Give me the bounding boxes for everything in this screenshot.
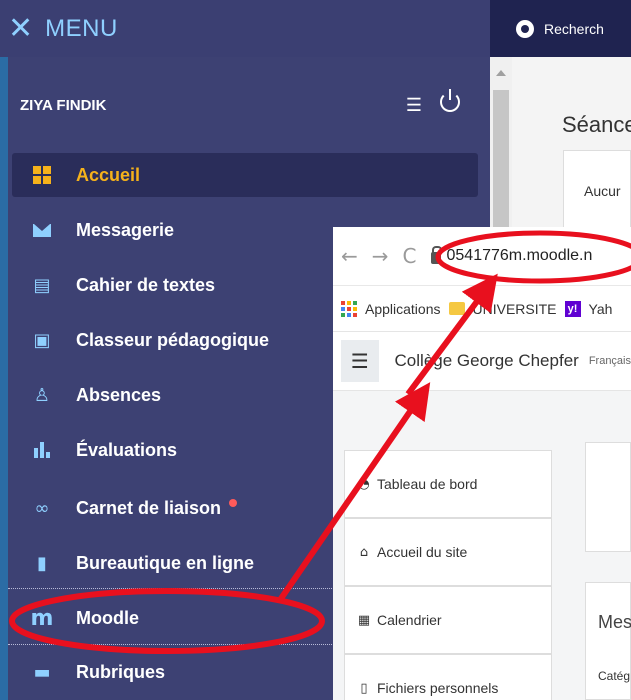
notebook-icon: ▤ — [33, 274, 51, 296]
site-name[interactable]: Collège George Chepfer — [395, 351, 579, 371]
drawer-item-files[interactable]: ▯ Fichiers personnels — [344, 654, 552, 700]
language-selector[interactable]: Français — [589, 355, 631, 367]
search-label: Recherch — [544, 20, 604, 37]
user-row: ZIYA FINDIK ☰ — [20, 89, 470, 120]
nav-drawer: ◔ Tableau de bord ⌂ Accueil du site ▦ Ca… — [333, 392, 573, 700]
sidebar-item-label: Accueil — [76, 164, 141, 185]
content-heading: Mes — [598, 612, 631, 632]
moodle-header: ☰ Collège George Chepfer Français — [333, 331, 631, 391]
sidebar-item-label: Moodle — [76, 607, 139, 628]
drawer-item-label: Accueil du site — [377, 544, 468, 560]
sidebar-item-accueil[interactable]: Accueil — [12, 153, 478, 197]
bookmarks-bar: Applications UNIVERSITE y! Yah — [333, 285, 631, 331]
back-icon[interactable]: ← — [341, 244, 358, 268]
file-icon: ▯ — [360, 680, 368, 696]
sidebar-item-label: Messagerie — [76, 219, 175, 240]
content-card — [585, 442, 631, 552]
sidebar-item-label: Classeur pédagogique — [76, 329, 270, 350]
top-bar: ✕ MENU Recherch — [0, 0, 631, 57]
search-user-icon — [516, 19, 534, 38]
reload-icon[interactable]: C — [403, 244, 417, 268]
rubriques-icon: ▬ — [33, 661, 51, 683]
sidebar-item-label: Carnet de liaison — [76, 497, 222, 518]
scroll-up-icon[interactable] — [496, 70, 506, 76]
bar-chart-icon — [30, 442, 54, 458]
office-icon: ▮ — [37, 552, 47, 574]
browser-window: ← → C 0541776m.moodle.n Applications UNI… — [333, 227, 631, 700]
hamburger-icon[interactable]: ☰ — [341, 340, 379, 382]
url-field[interactable]: 0541776m.moodle.n — [447, 247, 593, 265]
address-bar: ← → C 0541776m.moodle.n — [333, 227, 631, 285]
sidebar-item-label: Bureautique en ligne — [76, 552, 255, 573]
bookmark-applications[interactable]: Applications — [365, 301, 441, 317]
absences-icon: ♙ — [33, 384, 51, 406]
yahoo-icon: y! — [564, 300, 581, 317]
drawer-item-label: Fichiers personnels — [377, 680, 499, 696]
bookmark-yahoo[interactable]: Yah — [589, 301, 613, 317]
drawer-item-dashboard[interactable]: ◔ Tableau de bord — [344, 450, 552, 518]
home-icon: ⌂ — [359, 544, 369, 560]
drawer-item-calendar[interactable]: ▦ Calendrier — [344, 586, 552, 654]
link-icon: ∞ — [34, 497, 50, 519]
sidebar-item-label: Rubriques — [76, 661, 166, 682]
drawer-item-home[interactable]: ⌂ Accueil du site — [344, 518, 552, 586]
content-subtitle: Catég — [598, 669, 631, 683]
grid-icon — [30, 166, 54, 184]
moodle-icon: m — [30, 605, 54, 631]
search-area[interactable]: Recherch — [490, 0, 631, 57]
folder-icon — [448, 302, 465, 315]
forward-icon[interactable]: → — [372, 244, 389, 268]
menu-toggle[interactable]: ✕ MENU — [0, 0, 490, 57]
apps-grid-icon — [341, 300, 357, 317]
menu-label: MENU — [45, 14, 118, 42]
drawer-item-label: Tableau de bord — [377, 476, 478, 492]
calendar-icon: ▦ — [357, 612, 371, 628]
sidebar-edge — [0, 57, 8, 700]
lock-icon — [430, 246, 442, 264]
sidebar-item-label: Absences — [76, 384, 162, 405]
dashboard-icon: ◔ — [358, 476, 370, 492]
user-name: ZIYA FINDIK — [20, 96, 107, 114]
binder-icon: ▣ — [33, 329, 51, 351]
sidebar-item-label: Cahier de textes — [76, 274, 216, 295]
drawer-item-label: Calendrier — [377, 612, 442, 628]
close-icon[interactable]: ✕ — [8, 13, 33, 44]
bookmark-universite[interactable]: UNIVERSITE — [473, 301, 557, 317]
notification-dot — [229, 499, 238, 507]
power-icon[interactable] — [440, 89, 460, 112]
page-heading: Séance — [562, 112, 631, 137]
settings-sliders-icon[interactable]: ☰ — [406, 95, 422, 116]
info-text: Aucur — [584, 183, 621, 199]
sidebar-item-label: Évaluations — [76, 439, 178, 460]
envelope-icon — [30, 223, 54, 237]
